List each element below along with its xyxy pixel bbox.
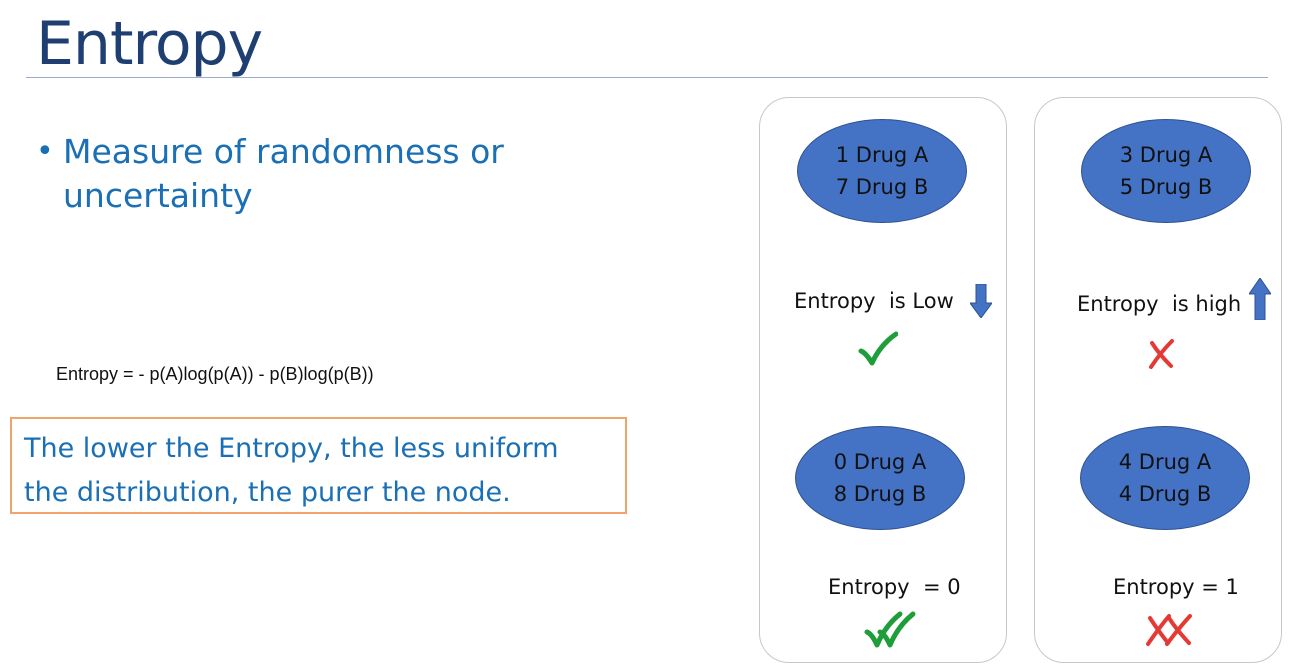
node-line-1: 0 Drug A [833,450,927,474]
double-check-icon [864,611,916,648]
check-icon [858,331,898,366]
node-line-1: 1 Drug A [835,143,929,167]
bullet-line-2: uncertainty [63,176,253,215]
arrow-down-icon [970,284,992,318]
entropy-zero-label: Entropy = 0 [828,575,961,599]
entropy-formula: Entropy = - p(A)log(p(A)) - p(B)log(p(B)… [56,364,374,384]
node-4a-4b: 4 Drug A 4 Drug B [1080,426,1250,530]
node-3a-5b: 3 Drug A 5 Drug B [1081,119,1251,223]
node-1a-7b: 1 Drug A 7 Drug B [797,119,967,223]
high-entropy-card: 3 Drug A 5 Drug B Entropy is high 4 Drug… [1034,97,1282,663]
bullet-glyph: • [36,134,54,169]
bullet-line-1: Measure of randomness or [63,132,504,171]
node-line-2: 5 Drug B [1119,175,1213,199]
entropy-low-label: Entropy is Low [794,289,954,313]
low-entropy-card: 1 Drug A 7 Drug B Entropy is Low 0 Drug … [759,97,1007,663]
node-line-2: 8 Drug B [833,482,927,506]
node-line-1: 4 Drug A [1118,450,1212,474]
entropy-one-label: Entropy = 1 [1113,575,1239,599]
callout-box: The lower the Entropy, the less uniform … [10,417,627,514]
callout-line-1: The lower the Entropy, the less uniform [24,433,559,464]
bullet-point: • Measure of randomness or uncertainty [36,130,596,218]
callout-line-2: the distribution, the purer the node. [24,477,511,508]
slide-title: Entropy [36,9,263,79]
double-cross-icon [1146,614,1192,646]
title-divider [26,77,1268,78]
arrow-up-icon [1249,278,1271,320]
node-line-1: 3 Drug A [1119,143,1213,167]
node-line-2: 4 Drug B [1118,482,1212,506]
slide: Entropy • Measure of randomness or uncer… [0,0,1312,667]
node-0a-8b: 0 Drug A 8 Drug B [795,426,965,530]
node-line-2: 7 Drug B [835,175,929,199]
cross-icon [1149,339,1174,369]
entropy-high-label: Entropy is high [1077,292,1242,316]
